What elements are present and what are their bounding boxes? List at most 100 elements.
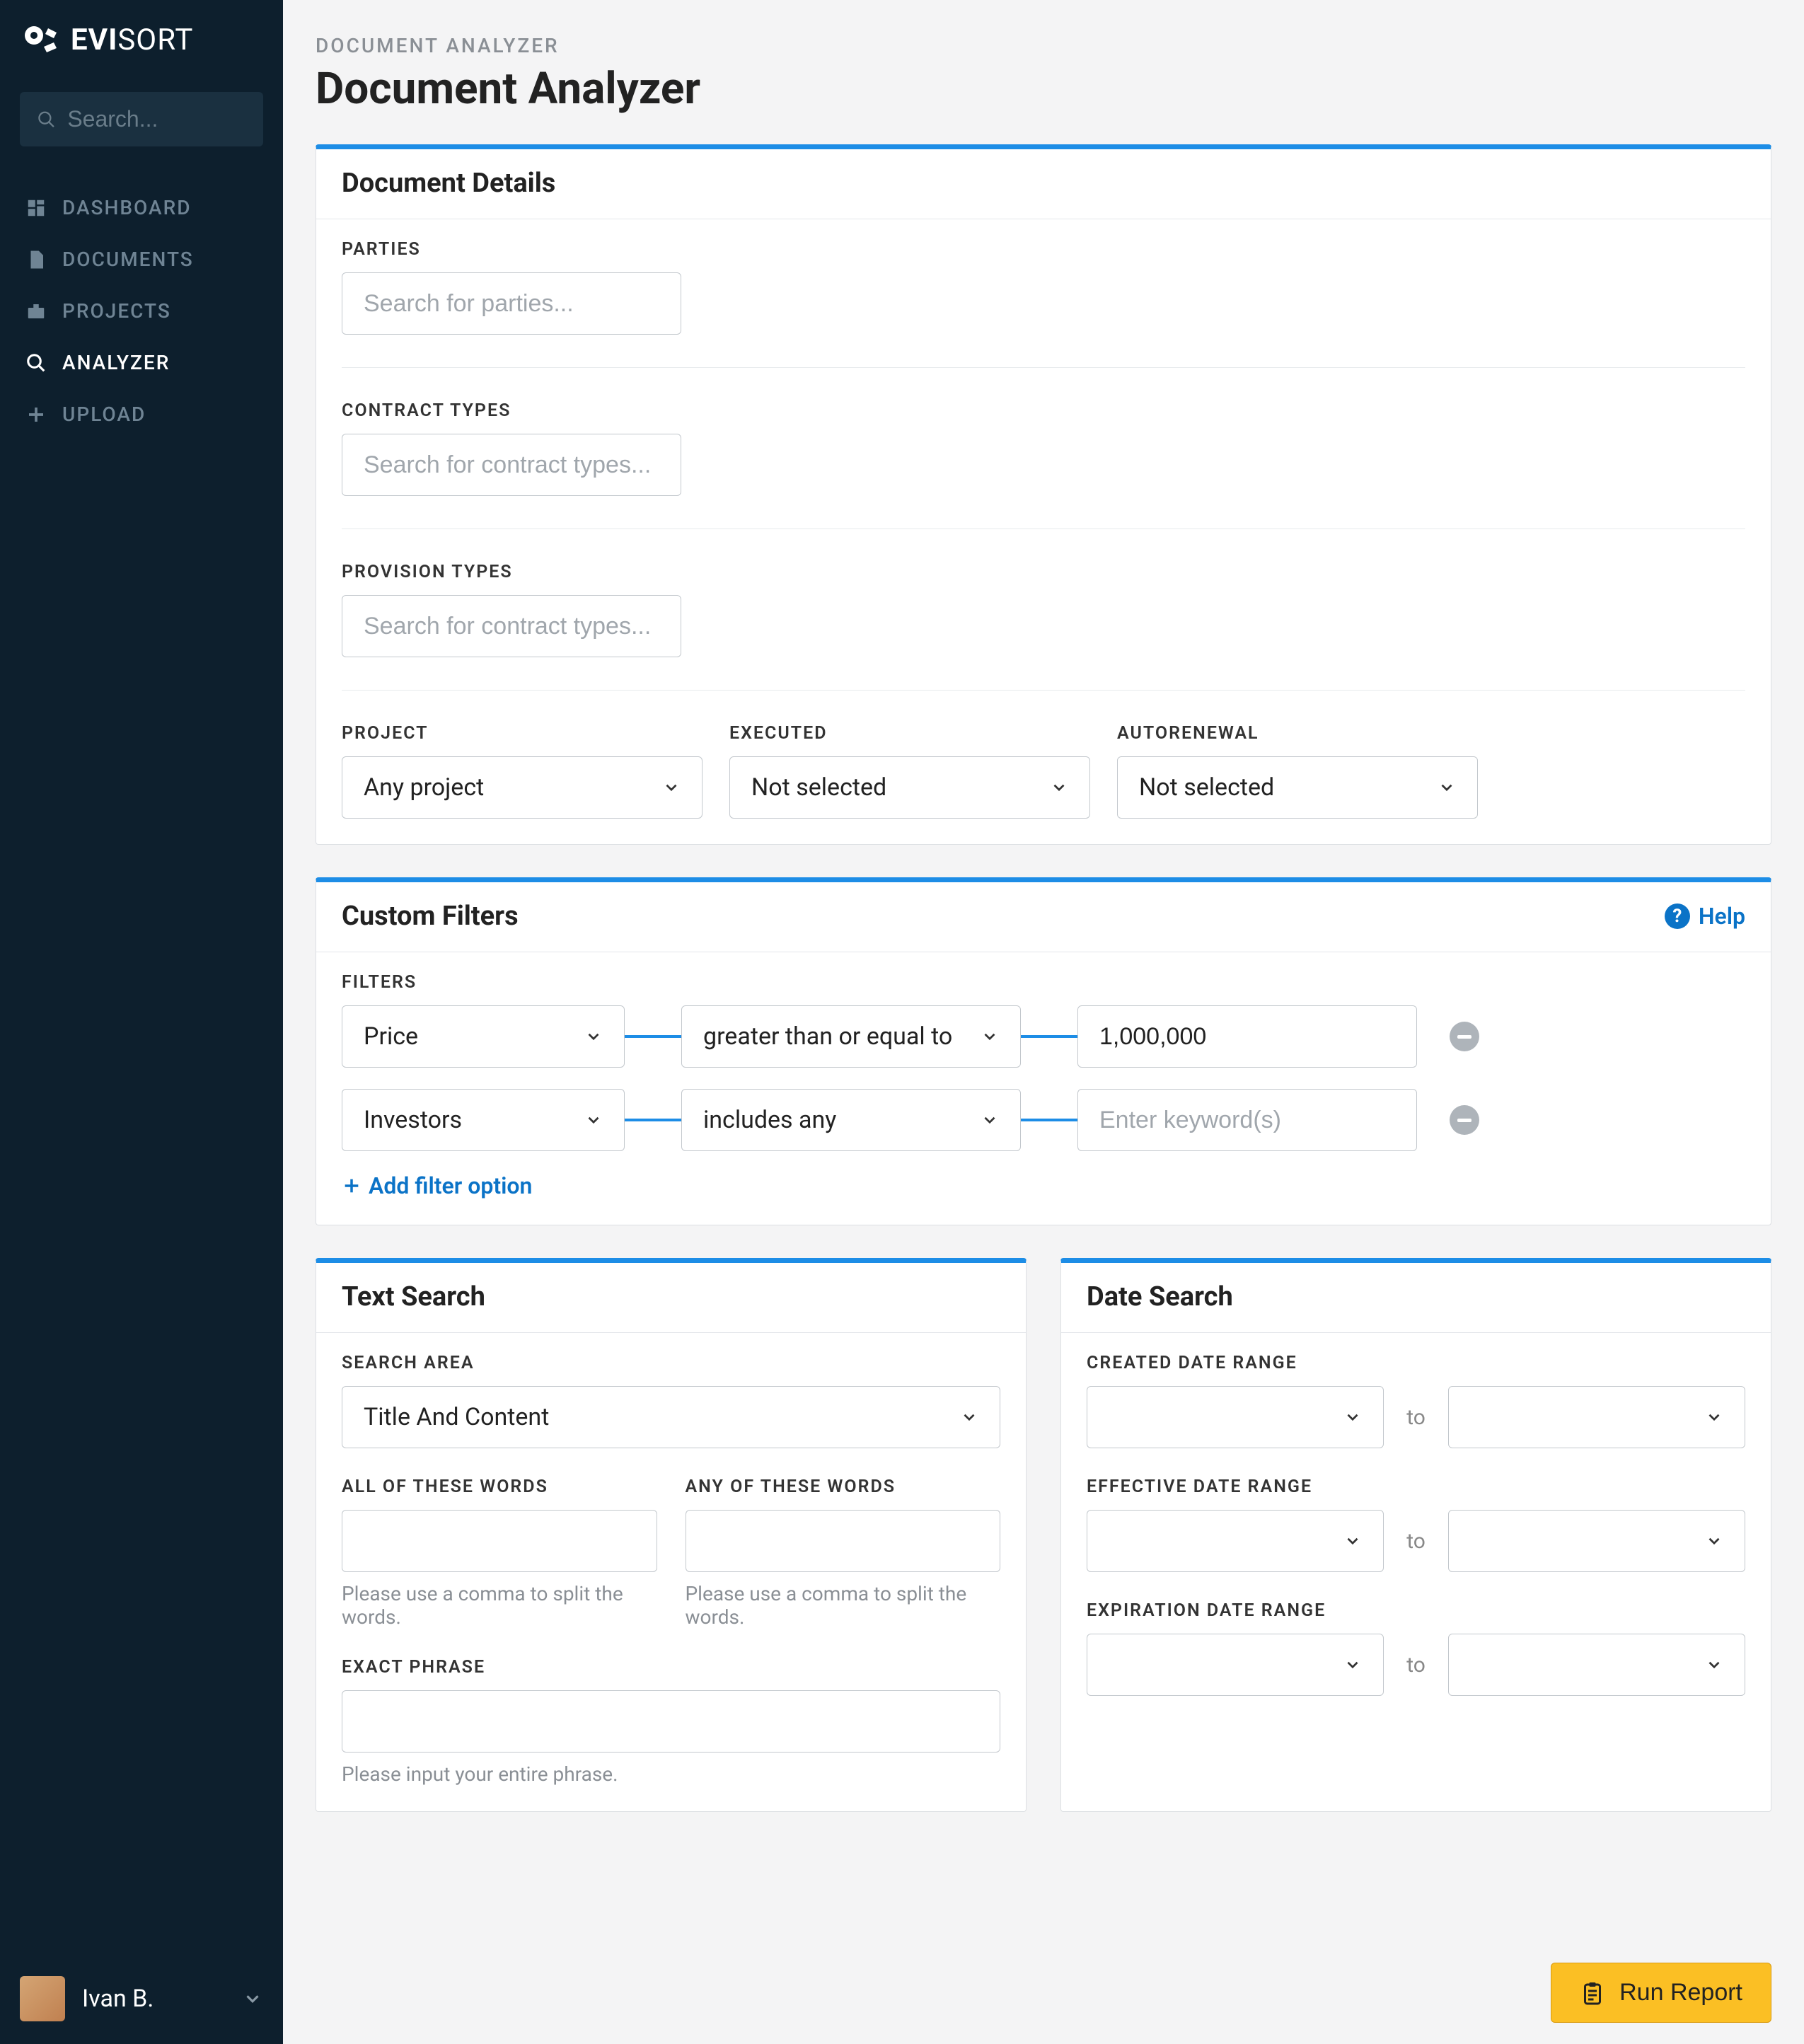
provision-types-label: PROVISION TYPES: [342, 562, 1745, 582]
breadcrumb: DOCUMENT ANALYZER: [316, 34, 1771, 57]
remove-filter-button[interactable]: [1450, 1105, 1479, 1135]
divider: [342, 367, 1745, 368]
exact-phrase-input-wrapper[interactable]: [342, 1690, 1000, 1753]
effective-date-from[interactable]: [1087, 1510, 1384, 1572]
all-words-help: Please use a comma to split the words.: [342, 1582, 657, 1629]
filter-value-input-wrapper[interactable]: [1077, 1089, 1417, 1151]
created-date-label: CREATED DATE RANGE: [1087, 1353, 1745, 1373]
parties-input-wrapper[interactable]: [342, 272, 681, 335]
chevron-down-icon: [1705, 1656, 1723, 1674]
search-icon: [37, 108, 56, 131]
created-date-to[interactable]: [1448, 1386, 1745, 1448]
filter-field-value: Investors: [364, 1106, 462, 1134]
user-menu[interactable]: Ivan B.: [0, 1953, 283, 2044]
any-words-label: ANY OF THESE WORDS: [686, 1477, 1001, 1497]
logo-icon: [23, 21, 59, 58]
autorenewal-value: Not selected: [1139, 773, 1274, 802]
filter-connector: [1021, 1035, 1077, 1038]
exact-phrase-input[interactable]: [364, 1708, 978, 1736]
contract-types-label: CONTRACT TYPES: [342, 400, 1745, 421]
custom-filters-title: Custom Filters: [342, 901, 519, 932]
to-label: to: [1406, 1653, 1426, 1678]
sidebar-search-input[interactable]: [67, 106, 246, 132]
nav-analyzer[interactable]: ANALYZER: [0, 337, 283, 388]
autorenewal-label: AUTORENEWAL: [1117, 723, 1478, 744]
nav-documents[interactable]: DOCUMENTS: [0, 233, 283, 285]
text-search-title: Text Search: [342, 1281, 485, 1312]
any-words-input[interactable]: [707, 1528, 979, 1555]
logo: EVISORT: [0, 21, 283, 78]
filter-connector: [625, 1119, 681, 1121]
nav-projects-label: PROJECTS: [62, 299, 171, 323]
chevron-down-icon: [1343, 1532, 1362, 1550]
nav-documents-label: DOCUMENTS: [62, 248, 194, 271]
minus-icon: [1457, 1119, 1471, 1122]
run-report-button[interactable]: Run Report: [1551, 1963, 1771, 2023]
chevron-down-icon: [981, 1027, 999, 1046]
provision-types-input[interactable]: [364, 613, 659, 640]
custom-filters-card: Custom Filters ? Help FILTERS Price grea…: [316, 877, 1771, 1225]
contract-types-input-wrapper[interactable]: [342, 434, 681, 496]
add-filter-button[interactable]: Add filter option: [342, 1172, 1745, 1199]
search-area-select[interactable]: Title And Content: [342, 1386, 1000, 1448]
project-label: PROJECT: [342, 723, 702, 744]
any-words-input-wrapper[interactable]: [686, 1510, 1001, 1572]
executed-value: Not selected: [751, 773, 886, 802]
all-words-label: ALL OF THESE WORDS: [342, 1477, 657, 1497]
filter-row: Price greater than or equal to: [342, 1005, 1745, 1068]
to-label: to: [1406, 1529, 1426, 1554]
contract-types-input[interactable]: [364, 451, 659, 479]
all-words-input[interactable]: [364, 1528, 635, 1555]
divider: [342, 690, 1745, 691]
filter-op-select[interactable]: includes any: [681, 1089, 1021, 1151]
expiration-date-from[interactable]: [1087, 1634, 1384, 1696]
project-select[interactable]: Any project: [342, 756, 702, 819]
dashboard-icon: [25, 197, 47, 219]
filter-value-input[interactable]: [1099, 1107, 1395, 1134]
page-title: Document Analyzer: [316, 63, 1771, 115]
effective-date-label: EFFECTIVE DATE RANGE: [1087, 1477, 1745, 1497]
nav-upload[interactable]: UPLOAD: [0, 388, 283, 440]
created-date-from[interactable]: [1087, 1386, 1384, 1448]
sidebar-search[interactable]: [20, 92, 263, 146]
filter-value-input[interactable]: [1099, 1023, 1395, 1051]
parties-input[interactable]: [364, 290, 659, 318]
filter-connector: [625, 1035, 681, 1038]
executed-select[interactable]: Not selected: [729, 756, 1090, 819]
filter-connector: [1021, 1119, 1077, 1121]
search-area-label: SEARCH AREA: [342, 1353, 1000, 1373]
run-report-bar: Run Report: [1551, 1963, 1771, 2023]
exact-phrase-help: Please input your entire phrase.: [342, 1762, 1000, 1786]
all-words-input-wrapper[interactable]: [342, 1510, 657, 1572]
filter-value-input-wrapper[interactable]: [1077, 1005, 1417, 1068]
add-filter-label: Add filter option: [369, 1172, 532, 1199]
date-search-title: Date Search: [1087, 1281, 1233, 1312]
filter-op-select[interactable]: greater than or equal to: [681, 1005, 1021, 1068]
chevron-down-icon: [1438, 778, 1456, 797]
analyzer-icon: [25, 352, 47, 374]
nav-dashboard[interactable]: DASHBOARD: [0, 182, 283, 233]
expiration-date-to[interactable]: [1448, 1634, 1745, 1696]
expiration-date-label: EXPIRATION DATE RANGE: [1087, 1600, 1745, 1621]
chevron-down-icon: [1343, 1656, 1362, 1674]
document-details-card: Document Details PARTIES CONTRACT TYPES …: [316, 144, 1771, 845]
user-name: Ivan B.: [82, 1985, 242, 2013]
filter-row: Investors includes any: [342, 1089, 1745, 1151]
chevron-down-icon: [1705, 1408, 1723, 1426]
filter-field-select[interactable]: Price: [342, 1005, 625, 1068]
plus-icon: [342, 1176, 362, 1196]
any-words-help: Please use a comma to split the words.: [686, 1582, 1001, 1629]
provision-types-input-wrapper[interactable]: [342, 595, 681, 657]
help-link[interactable]: ? Help: [1665, 903, 1745, 930]
briefcase-icon: [25, 301, 47, 322]
effective-date-to[interactable]: [1448, 1510, 1745, 1572]
filter-field-value: Price: [364, 1022, 418, 1051]
parties-label: PARTIES: [342, 239, 1745, 260]
chevron-down-icon: [960, 1408, 978, 1426]
remove-filter-button[interactable]: [1450, 1022, 1479, 1051]
search-area-value: Title And Content: [364, 1403, 549, 1431]
filter-field-select[interactable]: Investors: [342, 1089, 625, 1151]
filter-op-value: greater than or equal to: [703, 1022, 952, 1051]
autorenewal-select[interactable]: Not selected: [1117, 756, 1478, 819]
nav-projects[interactable]: PROJECTS: [0, 285, 283, 337]
